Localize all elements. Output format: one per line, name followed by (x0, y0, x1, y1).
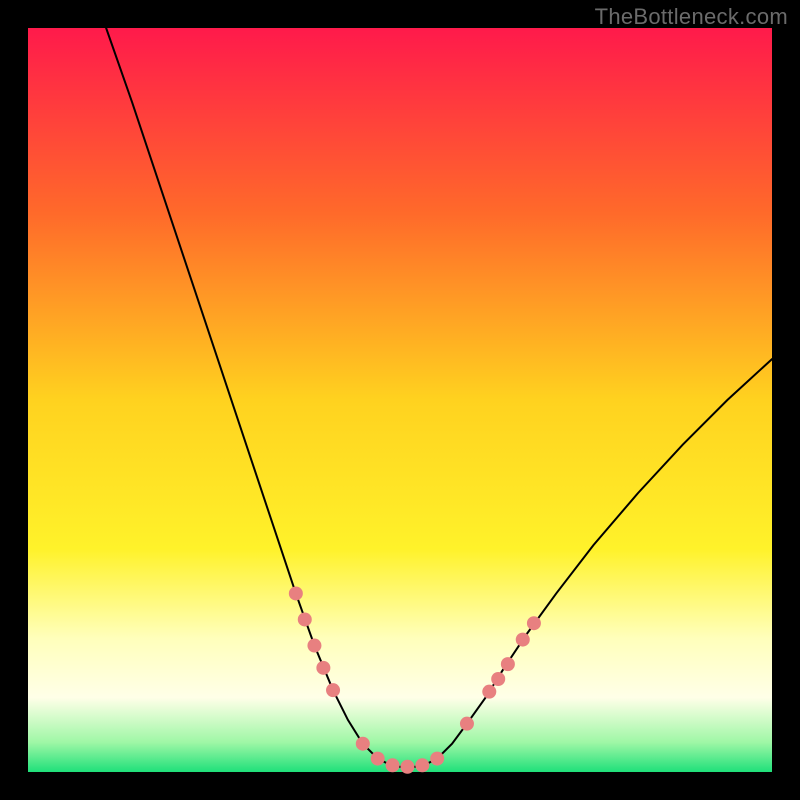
highlight-dot (527, 616, 541, 630)
highlight-dot (516, 633, 530, 647)
highlight-dot (400, 760, 414, 774)
highlight-dot (482, 685, 496, 699)
chart-background (28, 28, 772, 772)
highlight-dot (307, 639, 321, 653)
bottleneck-chart (0, 0, 800, 800)
highlight-dot (289, 586, 303, 600)
highlight-dot (371, 752, 385, 766)
highlight-dot (386, 758, 400, 772)
highlight-dot (298, 612, 312, 626)
highlight-dot (356, 737, 370, 751)
highlight-dot (491, 672, 505, 686)
watermark-label: TheBottleneck.com (595, 4, 788, 30)
highlight-dot (430, 752, 444, 766)
highlight-dot (316, 661, 330, 675)
highlight-dot (326, 683, 340, 697)
highlight-dot (501, 657, 515, 671)
highlight-dot (415, 758, 429, 772)
highlight-dot (460, 717, 474, 731)
